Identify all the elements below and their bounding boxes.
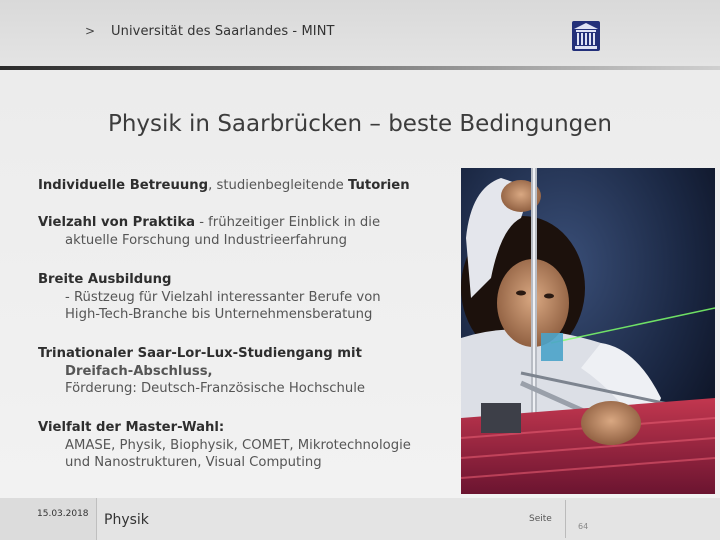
bullet-bold-subline: Dreifach-Abschluss, <box>65 363 213 379</box>
footer-date-box: 15.03.2018 <box>0 498 97 540</box>
laser-experiment-photo <box>461 168 715 494</box>
footer-page-number: 64 <box>578 522 589 531</box>
bullet-bold: Individuelle Betreuung <box>38 178 209 193</box>
bullet-bold: Tutorien <box>347 178 410 193</box>
bullet-bold: Vielfalt der Master-Wahl: <box>38 420 225 435</box>
bullet-trinational-program: Trinationaler Saar-Lor-Lux-Studiengang m… <box>38 345 365 398</box>
footer-date: 15.03.2018 <box>37 509 89 519</box>
footer-subject: Physik <box>104 512 149 528</box>
bullet-bold: Vielzahl von Praktika <box>38 215 196 230</box>
slide-title: Physik in Saarbrücken – beste Bedingunge… <box>107 111 612 137</box>
bullet-subline: AMASE, Physik, Biophysik, COMET, Mikrote… <box>65 437 411 453</box>
bullet-text: , studienbegleitende <box>208 178 348 193</box>
university-label: Universität des Saarlandes - MINT <box>111 24 335 39</box>
footer-page-label: Seite <box>529 514 552 524</box>
bullet-master-choice: Vielfalt der Master-Wahl: AMASE, Physik,… <box>38 419 411 472</box>
bullet-practicals: Vielzahl von Praktika - frühzeitiger Ein… <box>38 214 380 249</box>
breadcrumb-chevron-icon: > <box>85 24 96 38</box>
bullet-subline: High-Tech-Branche bis Unternehmensberatu… <box>65 307 373 322</box>
bullet-subline: aktuelle Forschung und Industrieerfahrun… <box>65 232 347 248</box>
bullet-broad-education: Breite Ausbildung - Rüstzeug für Vielzah… <box>38 271 381 324</box>
header-bar <box>0 0 720 66</box>
bullet-subline: - Rüstzeug für Vielzahl interessanter Be… <box>65 289 381 305</box>
bullet-text: - frühzeitiger Einblick in die <box>195 215 381 230</box>
university-seal-icon <box>572 21 600 51</box>
bullet-bold: Trinationaler Saar-Lor-Lux-Studiengang m… <box>38 346 362 361</box>
bullet-subline: Förderung: Deutsch-Französische Hochschu… <box>65 381 366 396</box>
bullet-individual-support: Individuelle Betreuung, studienbegleiten… <box>38 177 410 195</box>
bullet-bold: Breite Ausbildung <box>38 272 172 287</box>
footer-divider <box>565 500 566 538</box>
bullet-subline: und Nanostrukturen, Visual Computing <box>65 455 322 470</box>
